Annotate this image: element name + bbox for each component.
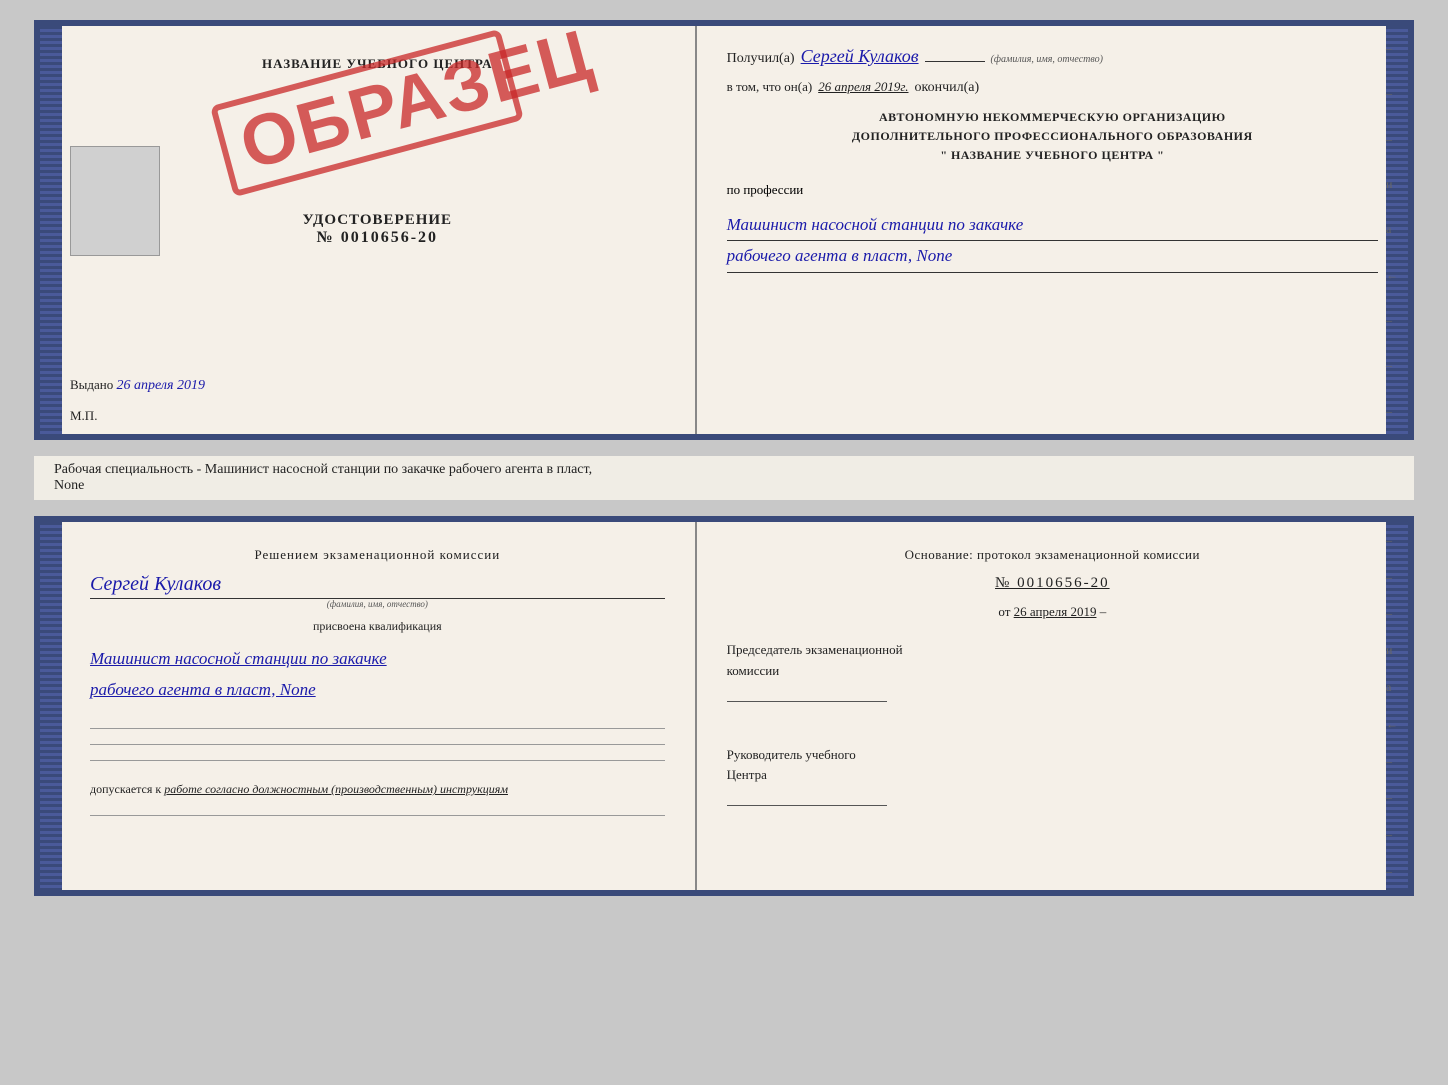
vydano-label: Выдано: [70, 377, 113, 392]
dopuskaetsya-label: допускается к: [90, 782, 161, 796]
doc-right-panel: –––иа←––– Получил(а) Сергей Кулаков (фам…: [697, 26, 1408, 434]
right-dashes: –––иа←–––: [1386, 26, 1398, 434]
poluchil-line: Получил(а) Сергей Кулаков (фамилия, имя,…: [727, 46, 1378, 67]
avto-line1: АВТОНОМНУЮ НЕКОММЕРЧЕСКУЮ ОРГАНИЗАЦИЮ: [727, 108, 1378, 127]
rukovoditel-label: Руководитель учебного: [727, 747, 856, 762]
profession-line2: рабочего агента в пласт, None: [727, 241, 1378, 273]
qual-block: Машинист насосной станции по закачке раб…: [90, 644, 665, 705]
doc-left-panel: НАЗВАНИЕ УЧЕБНОГО ЦЕНТРА ОБРАЗЕЦ УДОСТОВ…: [40, 26, 697, 434]
vtom-label: в том, что он(а): [727, 79, 813, 95]
predsedatel-block: Председатель экзаменационной комиссии: [727, 640, 1378, 682]
subtitle-line2: None: [54, 478, 84, 493]
dopuskaetsya-value: работе согласно должностным (производств…: [164, 782, 508, 796]
familiya-hint-top: (фамилия, имя, отчество): [991, 54, 1103, 65]
okonchil-label: окончил(а): [915, 80, 980, 96]
udostoverenie-title: УДОСТОВЕРЕНИЕ: [303, 212, 453, 229]
right-dashes-bottom: –––иа←––––: [1386, 522, 1398, 890]
document-bottom: Решением экзаменационной комиссии Сергей…: [34, 516, 1414, 896]
protocol-number: № 0010656-20: [727, 575, 1378, 592]
poluchil-name: Сергей Кулаков: [801, 46, 919, 67]
vtom-line: в том, что он(а) 26 апреля 2019г. окончи…: [727, 79, 1378, 96]
ot-date-val: 26 апреля 2019: [1014, 604, 1097, 619]
profession-lines: Машинист насосной станции по закачке раб…: [727, 210, 1378, 273]
udostoverenie-block: УДОСТОВЕРЕНИЕ № 0010656-20: [303, 212, 453, 247]
po-professii-container: по профессии: [727, 182, 1378, 198]
document-top: НАЗВАНИЕ УЧЕБНОГО ЦЕНТРА ОБРАЗЕЦ УДОСТОВ…: [34, 20, 1414, 440]
doc-bottom-right: –––иа←–––– Основание: протокол экзаменац…: [697, 522, 1408, 890]
subtitle-container: Рабочая специальность - Машинист насосно…: [34, 456, 1414, 500]
po-professii-label: по профессии: [727, 182, 804, 198]
predsedatel-label: Председатель экзаменационной: [727, 642, 903, 657]
poluchil-label: Получил(а): [727, 51, 795, 67]
qual-line2: рабочего агента в пласт, None: [90, 675, 665, 706]
vtom-date: 26 апреля 2019г.: [818, 79, 908, 95]
doc-bottom-left: Решением экзаменационной комиссии Сергей…: [40, 522, 697, 890]
vydano-date: 26 апреля 2019: [117, 378, 205, 393]
bottom-person-name: Сергей Кулаков: [90, 573, 665, 599]
separator-lines: [90, 725, 665, 764]
prisvоena-label: присвоена квалификация: [90, 619, 665, 634]
qual-line1: Машинист насосной станции по закачке: [90, 644, 665, 675]
komissii-label: комиссии: [727, 663, 780, 678]
obrazets-stamp: ОБРАЗЕЦ: [210, 29, 524, 197]
auto-block: АВТОНОМНУЮ НЕКОММЕРЧЕСКУЮ ОРГАНИЗАЦИЮ ДО…: [727, 108, 1378, 166]
osnov-title: Основание: протокол экзаменационной коми…: [727, 547, 1378, 563]
vydano-line: Выдано 26 апреля 2019: [70, 377, 205, 394]
tsentra-label: Центра: [727, 767, 767, 782]
avto-line2: ДОПОЛНИТЕЛЬНОГО ПРОФЕССИОНАЛЬНОГО ОБРАЗО…: [727, 127, 1378, 146]
left-center-title: НАЗВАНИЕ УЧЕБНОГО ЦЕНТРА: [262, 56, 493, 72]
photo-placeholder: [70, 146, 160, 256]
udostoverenie-number: № 0010656-20: [303, 229, 453, 247]
dopuskaetsya-block: допускается к работе согласно должностны…: [90, 782, 665, 797]
rukovoditel-block: Руководитель учебного Центра: [727, 745, 1378, 787]
subtitle-line1: Рабочая специальность - Машинист насосно…: [54, 462, 592, 477]
komissia-title: Решением экзаменационной комиссии: [90, 547, 665, 563]
rukovoditel-signature: [727, 786, 887, 806]
predsedatel-signature: [727, 682, 887, 702]
ot-label: от: [998, 604, 1010, 619]
bottom-name-block: Сергей Кулаков (фамилия, имя, отчество): [90, 573, 665, 609]
bottom-familiya-hint: (фамилия, имя, отчество): [90, 599, 665, 609]
avto-line3: " НАЗВАНИЕ УЧЕБНОГО ЦЕНТРА ": [727, 146, 1378, 165]
mp-line: М.П.: [70, 408, 97, 424]
profession-line1: Машинист насосной станции по закачке: [727, 210, 1378, 242]
ot-date-line: от 26 апреля 2019 –: [727, 604, 1378, 620]
